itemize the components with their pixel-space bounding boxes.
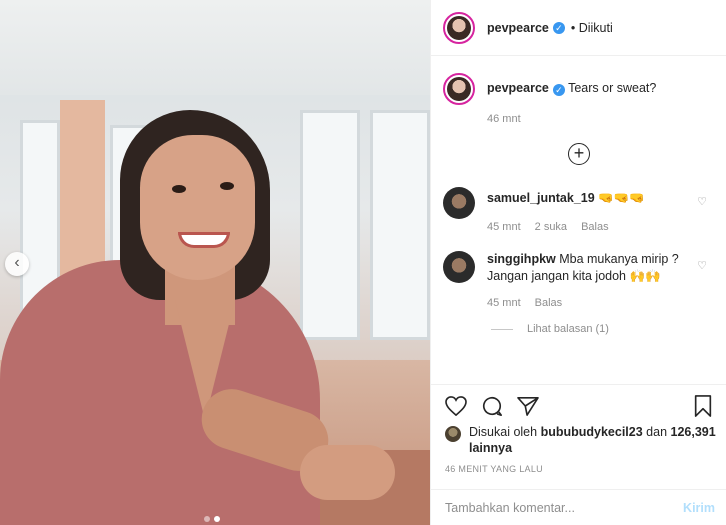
likes-count[interactable]: 126,391 xyxy=(671,425,716,439)
load-more-comments[interactable]: + xyxy=(431,143,726,165)
post-photo[interactable]: ‹ xyxy=(0,0,430,525)
photo-ceiling xyxy=(0,0,430,95)
comment-form: Kirim xyxy=(431,489,726,525)
comments-list[interactable]: pevpearce ✓ Tears or sweat? 46 mnt + samu… xyxy=(431,57,726,384)
caption: pevpearce ✓ Tears or sweat? 46 mnt xyxy=(431,57,726,125)
avatar[interactable] xyxy=(445,426,461,442)
caption-username[interactable]: pevpearce xyxy=(487,81,549,95)
heart-icon[interactable]: ♡ xyxy=(697,259,707,272)
carousel-dot[interactable] xyxy=(204,516,210,522)
avatar[interactable] xyxy=(443,73,475,105)
comment-username[interactable]: samuel_juntak_19 xyxy=(487,191,595,205)
reply-button[interactable]: Balas xyxy=(581,221,609,233)
verified-badge-icon: ✓ xyxy=(552,84,565,96)
comment-username[interactable]: singgihpkw xyxy=(487,252,556,266)
avatar[interactable] xyxy=(443,187,475,219)
comment-icon[interactable] xyxy=(481,395,503,417)
photo-eye xyxy=(172,185,186,193)
post-username[interactable]: pevpearce xyxy=(487,21,549,35)
view-replies-label[interactable]: Lihat balasan (1) xyxy=(527,323,609,335)
reply-button[interactable]: Balas xyxy=(535,297,563,309)
avatar[interactable] xyxy=(443,251,475,283)
post-timestamp[interactable]: 46 MENIT YANG LALU xyxy=(445,464,543,474)
likes-conj: dan xyxy=(646,425,668,439)
caption-text: Tears or sweat? xyxy=(568,81,657,95)
likes-user[interactable]: bububudykecil23 xyxy=(541,425,643,439)
carousel-dots xyxy=(204,516,220,522)
caption-time[interactable]: 46 mnt xyxy=(487,113,521,125)
likes-prefix: Disukai oleh xyxy=(469,425,538,439)
comment-item: singgihpkw Mba mukanya mirip ? Jangan ja… xyxy=(431,251,726,309)
comment-item: samuel_juntak_19 🤜🤜🤜 45 mnt 2 suka Balas… xyxy=(431,187,726,233)
comment-text: 🤜🤜🤜 xyxy=(598,191,645,205)
photo-eye xyxy=(220,182,234,190)
post-header: pevpearce ✓ • Diikuti xyxy=(431,0,726,56)
heart-icon[interactable] xyxy=(445,396,467,416)
action-bar xyxy=(431,384,726,417)
avatar[interactable] xyxy=(443,11,475,44)
bookmark-icon[interactable] xyxy=(693,395,713,417)
likes-summary: Disukai oleh bububudykecil23 dan 126,391… xyxy=(445,424,717,456)
share-icon[interactable] xyxy=(517,396,539,416)
divider xyxy=(491,328,513,330)
photo-face xyxy=(140,135,255,280)
carousel-dot-active[interactable] xyxy=(214,516,220,522)
photo-smile xyxy=(178,232,230,248)
heart-icon[interactable]: ♡ xyxy=(697,195,707,208)
photo-hands xyxy=(300,445,395,500)
comment-likes[interactable]: 2 suka xyxy=(535,221,567,233)
comment-input[interactable] xyxy=(445,500,684,515)
comment-time[interactable]: 45 mnt xyxy=(487,221,521,233)
photo-window xyxy=(300,110,360,340)
verified-badge-icon: ✓ xyxy=(552,21,565,34)
post-comment-button[interactable]: Kirim xyxy=(683,501,715,515)
likes-suffix[interactable]: lainnya xyxy=(469,441,512,455)
photo-window xyxy=(370,110,430,340)
chevron-left-icon[interactable]: ‹ xyxy=(5,252,29,276)
plus-circle-icon[interactable]: + xyxy=(568,143,590,165)
comment-time[interactable]: 45 mnt xyxy=(487,297,521,309)
follow-status[interactable]: • Diikuti xyxy=(571,21,613,35)
post-detail-panel: pevpearce ✓ • Diikuti pevpearce ✓ Tears o… xyxy=(430,0,726,525)
view-replies[interactable]: Lihat balasan (1) xyxy=(491,323,726,335)
